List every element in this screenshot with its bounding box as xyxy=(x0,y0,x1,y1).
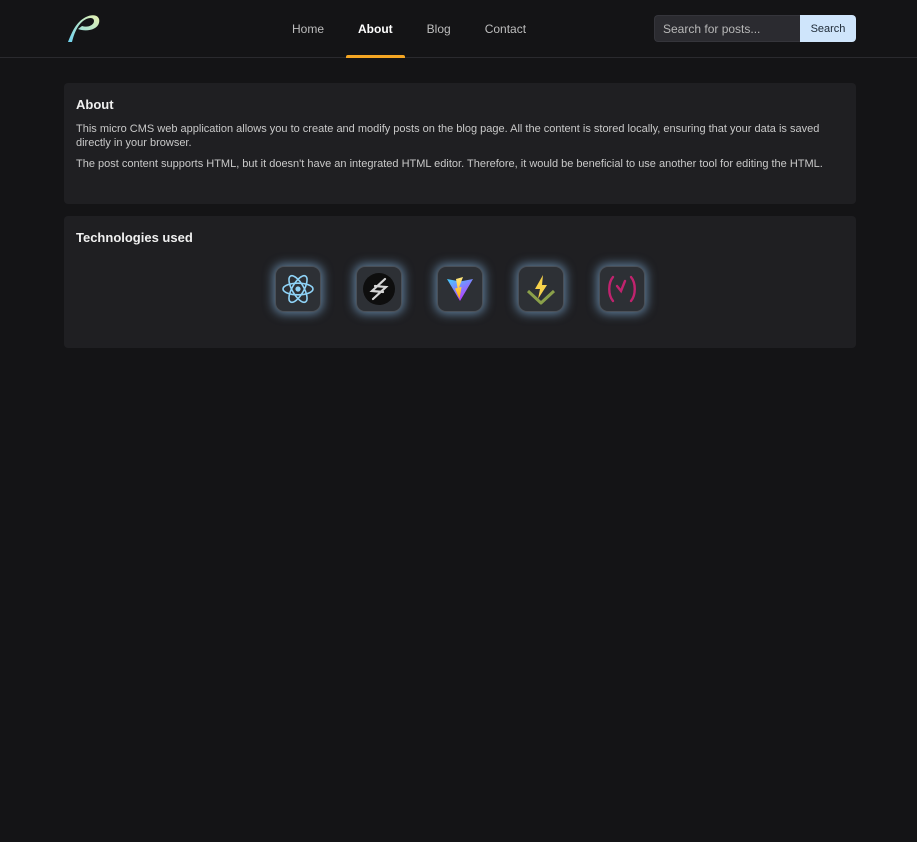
technologies-card: Technologies used xyxy=(64,216,856,348)
vitest-icon xyxy=(518,266,564,312)
about-paragraph-1: This micro CMS web application allows yo… xyxy=(76,123,820,149)
vite-icon xyxy=(437,266,483,312)
nav-link-contact[interactable]: Contact xyxy=(473,0,538,58)
search-button[interactable]: Search xyxy=(800,15,856,42)
nav-link-blog[interactable]: Blog xyxy=(415,0,463,58)
search-form: Search xyxy=(654,15,856,42)
regex-icon xyxy=(599,266,645,312)
about-paragraph-2: The post content supports HTML, but it d… xyxy=(76,158,823,170)
main-nav: Home About Blog Contact xyxy=(280,0,548,58)
stylus-icon xyxy=(356,266,402,312)
logo-icon[interactable] xyxy=(64,12,102,44)
technologies-list xyxy=(64,266,856,312)
nav-link-about[interactable]: About xyxy=(346,0,405,58)
about-title: About xyxy=(76,97,114,112)
nav-link-home[interactable]: Home xyxy=(280,0,336,58)
navbar: Home About Blog Contact Search xyxy=(0,0,917,58)
technologies-title: Technologies used xyxy=(76,230,193,245)
react-icon xyxy=(275,266,321,312)
search-input[interactable] xyxy=(654,15,800,42)
about-card: About This micro CMS web application all… xyxy=(64,83,856,204)
